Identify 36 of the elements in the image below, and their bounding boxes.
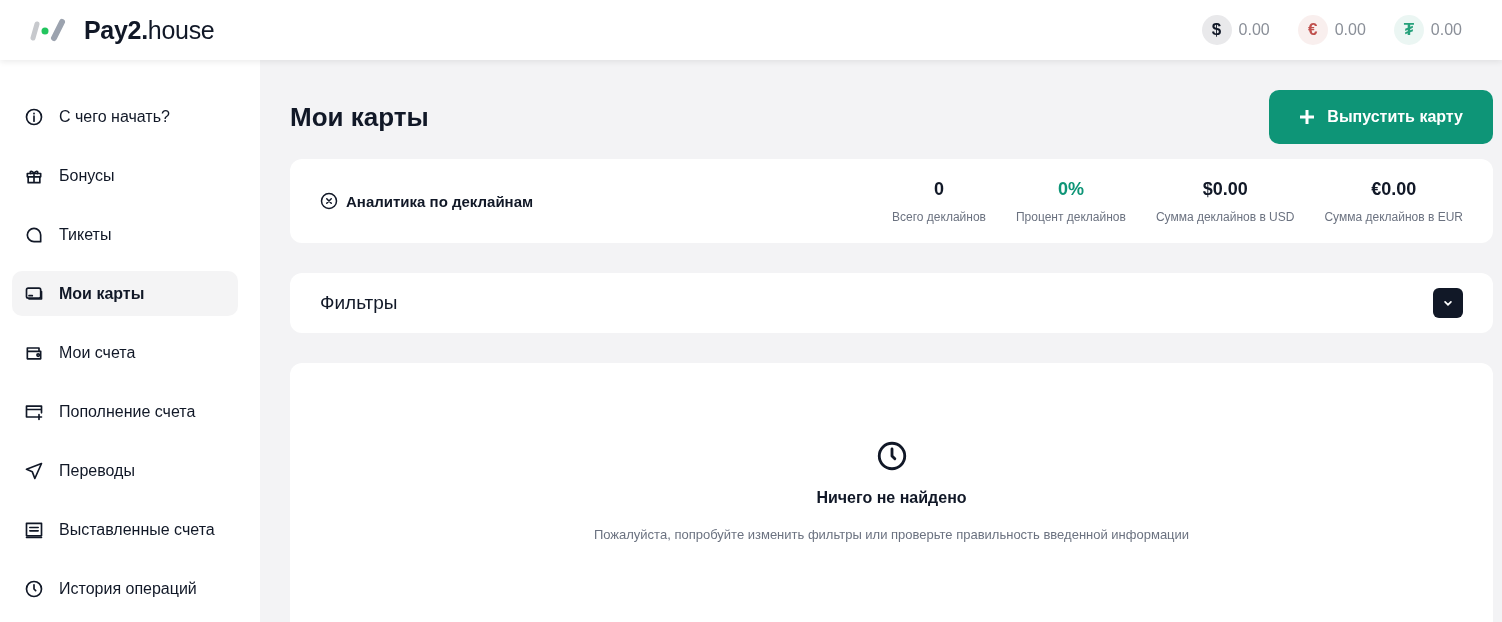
stat-label: Сумма деклайнов в EUR [1324,209,1463,224]
sidebar-item[interactable]: С чего начать? [12,94,238,139]
stat-label: Процент деклайнов [1015,209,1126,224]
stat-value: 0 [932,178,945,200]
empty-message: Пожалуйста, попробуйте изменить фильтры или проверьте правильность введенной информации [593,527,1190,542]
stat-value: $0.00 [1201,178,1249,200]
logo-text: Pay2.house [84,15,215,45]
balance-amount: 0.00 [1430,21,1462,39]
stat-label: Сумма деклайнов в USD [1155,209,1295,224]
balance-amount: 0.00 [1334,21,1366,39]
sidebar-item[interactable]: Пополнение счета [12,389,238,434]
sidebar-item[interactable]: Бонусы [12,153,238,198]
plus-icon [1299,109,1316,125]
send-icon [24,460,44,481]
issue-card-button[interactable]: Выпустить карту [1269,90,1493,144]
sidebar-item[interactable]: Переводы [12,448,238,493]
stat-label: Всего деклайнов [892,209,986,224]
info-icon [24,106,44,127]
currency-badge: $ [1201,15,1232,45]
balance-amount: 0.00 [1238,21,1270,39]
expand-button[interactable] [1433,288,1463,318]
sidebar-item[interactable]: Выставленные счета [12,507,238,552]
page-title: Мои карты [290,101,429,133]
currency-badge: € [1297,15,1328,45]
analytics-toggle[interactable]: Аналитика по деклайнам [320,192,534,210]
close-icon [320,192,338,210]
stat-value: 0% [1056,178,1085,200]
filters-title: Фильтры [320,292,398,314]
sidebar-item[interactable]: История операций [12,566,238,611]
sidebar-item[interactable]: Тикеты [12,212,238,257]
stat-value: €0.00 [1370,178,1418,200]
currency-badge: ₮ [1393,15,1424,45]
clock-icon [24,578,44,599]
empty-title: Ничего не найдено [816,489,967,507]
sidebar-item[interactable]: Мои карты [12,271,238,316]
sidebar-item[interactable]: Мои счета [12,330,238,375]
